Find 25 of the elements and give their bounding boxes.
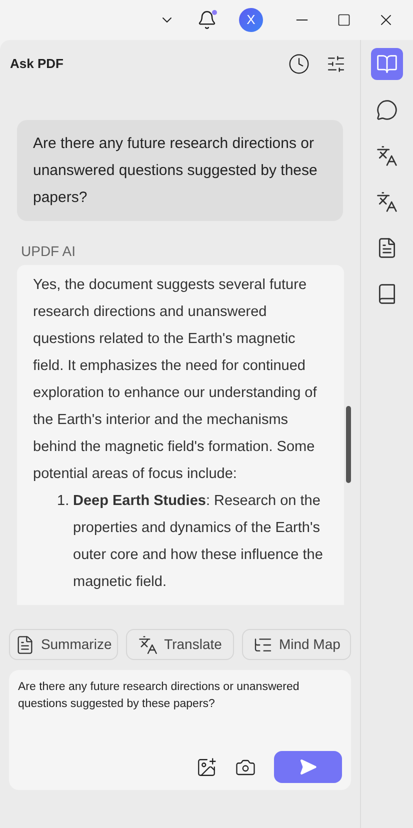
quick-action-button[interactable]: Summarize — [9, 629, 118, 660]
list-number: 1. — [57, 492, 70, 511]
panel-title: Ask PDF — [10, 55, 64, 74]
message-input[interactable]: Are there any future research directions or unanswered questions suggested by these papers? — [9, 670, 351, 790]
list-item-text: Deep Earth Studies: Research on the properties and dynamics of the Earth's outer core and how these influence the magnetic field. — [73, 492, 324, 592]
maximize-icon[interactable] — [337, 13, 351, 27]
book-icon — [376, 283, 398, 305]
chat-bubble-icon — [376, 99, 398, 121]
avatar[interactable]: X — [239, 8, 263, 32]
question-bubble: Are there any future research directions or unanswered questions suggested by these papers? — [17, 120, 343, 221]
sender-name: UPDF AI — [21, 242, 76, 261]
quick-action-button[interactable]: Translate — [126, 629, 234, 660]
bell-icon[interactable] — [197, 10, 217, 30]
send-icon — [299, 758, 317, 776]
input-text: Are there any future research directions or unanswered questions suggested by these papers? — [18, 680, 300, 712]
settings-icon[interactable] — [326, 54, 346, 74]
answer-paragraph: Yes, the document suggests several future research directions and unanswered questions related to the Earth's magnetic field. It emphasizes the need for continued exploration to enhance our understanding of the Earth's interior and the mechanisms behind the magnetic field's formation. Some potential areas of focus include: — [33, 276, 318, 484]
translate-icon — [138, 634, 158, 654]
document-icon — [376, 237, 398, 259]
clock-icon[interactable] — [288, 53, 310, 75]
translate-icon — [376, 145, 398, 167]
scrollbar-thumb[interactable] — [346, 406, 351, 483]
translate-icon — [376, 191, 398, 213]
quick-action-button[interactable]: Mind Map — [242, 629, 352, 660]
send-button[interactable] — [274, 751, 342, 783]
